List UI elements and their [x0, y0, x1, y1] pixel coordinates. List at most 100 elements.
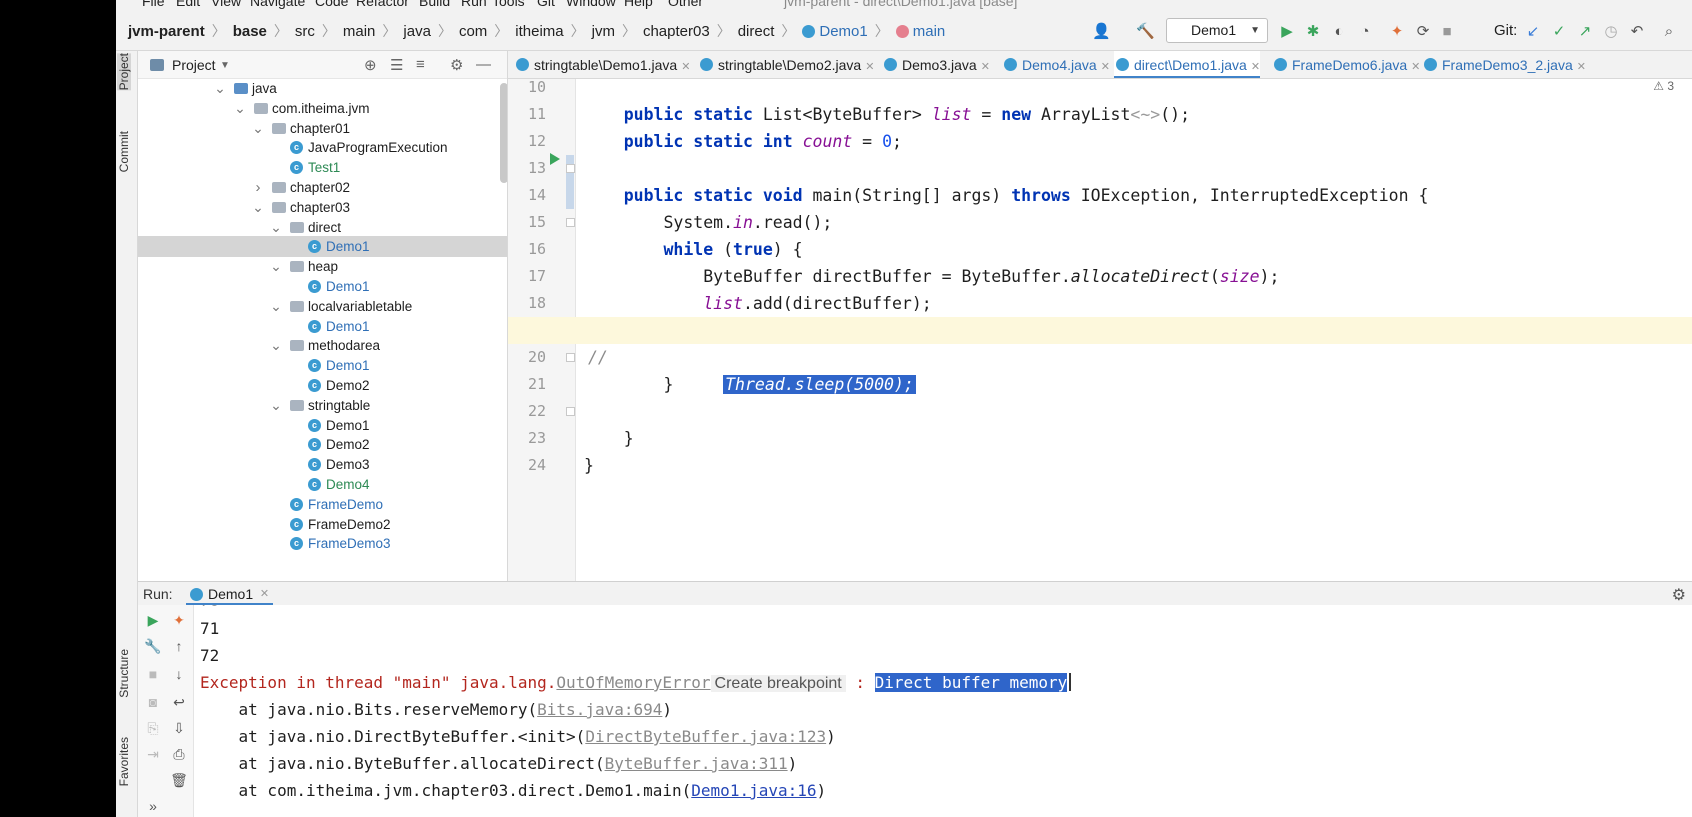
breadcrumb-main[interactable]: main [343, 23, 376, 40]
close-icon[interactable]: ✕ [681, 61, 690, 73]
user-icon[interactable]: 👤 [1092, 23, 1111, 41]
console-output[interactable]: 70 71 72 Exception in thread "main" java… [194, 605, 1692, 817]
breadcrumb-chapter03[interactable]: chapter03 [643, 23, 710, 40]
chevron-down-icon[interactable]: ▼ [220, 60, 230, 71]
menu-refactor[interactable]: Refactor [356, 0, 409, 9]
tree-item[interactable]: c FrameDemo [138, 494, 507, 515]
up-arrow-icon[interactable]: ↑ [170, 637, 188, 655]
breadcrumb-java[interactable]: java [403, 23, 431, 40]
commit-tool-button[interactable]: Commit [117, 131, 131, 172]
editor-tab[interactable]: FrameDemo6.java ✕ [1272, 51, 1420, 78]
chevron-down-icon[interactable]: ⌄ [270, 217, 282, 238]
gear-icon[interactable]: ⚙ [1672, 585, 1686, 605]
profile-icon[interactable]: ◔ [1356, 23, 1374, 41]
breadcrumb-jvm[interactable]: jvm [592, 23, 615, 40]
gear-icon[interactable]: ⚙ [450, 56, 463, 74]
tree-item[interactable]: c Demo1 [138, 355, 507, 376]
git-commit-icon[interactable]: ✓ [1550, 23, 1568, 41]
chevron-down-icon[interactable]: ⌄ [270, 296, 282, 317]
collapse-all-icon[interactable]: ≡ [416, 56, 425, 73]
exit-icon[interactable]: ⇥ [144, 745, 162, 763]
hide-icon[interactable]: — [476, 56, 491, 73]
project-panel-title[interactable]: Project [172, 57, 216, 73]
rollback-icon[interactable]: ↶ [1628, 23, 1646, 41]
breadcrumb-module[interactable]: base [233, 23, 267, 40]
search-icon[interactable]: ⌕ [1660, 23, 1678, 41]
tree-item[interactable]: c Test1 [138, 157, 507, 178]
run-tab-demo1[interactable]: Demo1 ✕ [186, 582, 274, 606]
close-icon[interactable]: ✕ [1411, 61, 1420, 73]
menu-git[interactable]: Git [537, 0, 555, 9]
chevron-right-icon[interactable]: › [252, 177, 264, 198]
tree-item[interactable]: › chapter02 [138, 177, 507, 198]
editor-tab[interactable]: stringtable\Demo2.java ✕ [698, 51, 874, 78]
history-icon[interactable]: ◷ [1602, 23, 1620, 41]
project-scrollbar[interactable] [500, 83, 507, 183]
tree-item[interactable]: ⌄ methodarea [138, 335, 507, 356]
source-link[interactable]: DirectByteBuffer.java:123 [585, 727, 826, 746]
debug-rerun-icon[interactable]: ✦ [170, 611, 188, 629]
run-gutter-icon[interactable] [550, 153, 560, 165]
tree-item[interactable]: ⌄ heap [138, 256, 507, 277]
down-arrow-icon[interactable]: ↓ [170, 665, 188, 683]
tree-item[interactable]: ⌄ stringtable [138, 395, 507, 416]
trash-icon[interactable]: 🗑 [170, 771, 188, 789]
menu-window[interactable]: Window [566, 0, 616, 9]
breadcrumb-method[interactable]: main [913, 23, 946, 40]
menu-navigate[interactable]: Navigate [250, 0, 305, 9]
tree-item[interactable]: ⌄ java [138, 78, 507, 99]
chevron-down-icon[interactable]: ⌄ [214, 78, 226, 99]
fold-icon[interactable] [566, 353, 575, 362]
close-icon[interactable]: ✕ [981, 61, 990, 73]
breadcrumb-com[interactable]: com [459, 23, 487, 40]
menu-view[interactable]: View [211, 0, 241, 9]
breadcrumb-itheima[interactable]: itheima [515, 23, 563, 40]
menu-tools[interactable]: Tools [492, 0, 525, 9]
git-push-icon[interactable]: ↗ [1576, 23, 1594, 41]
update-icon[interactable]: ⟳ [1414, 23, 1432, 41]
menu-edit[interactable]: Edit [176, 0, 200, 9]
fold-icon[interactable] [566, 407, 575, 416]
coverage-icon[interactable]: ◐ [1330, 23, 1348, 41]
close-icon[interactable]: ✕ [260, 582, 269, 606]
tree-item[interactable]: c Demo4 [138, 474, 507, 495]
tree-item[interactable]: ⌄ localvariabletable [138, 296, 507, 317]
tree-item[interactable]: c Demo1 [138, 316, 507, 337]
menu-code[interactable]: Code [315, 0, 348, 9]
print-icon[interactable]: ⎙ [170, 745, 188, 763]
fold-icon[interactable] [566, 218, 575, 227]
menu-run[interactable]: Run [461, 0, 487, 9]
tree-item[interactable]: c FrameDemo2 [138, 514, 507, 535]
breadcrumb-src[interactable]: src [295, 23, 315, 40]
restore-icon[interactable]: ⎘ [144, 719, 162, 737]
tree-item[interactable]: c Demo1 [138, 276, 507, 297]
tree-item[interactable]: c Demo1 [138, 415, 507, 436]
menu-build[interactable]: Build [419, 0, 450, 9]
source-link[interactable]: Demo1.java:16 [691, 781, 816, 800]
scroll-to-end-icon[interactable]: ⇩ [170, 719, 188, 737]
editor-tab[interactable]: FrameDemo3_2.java ✕ [1422, 51, 1586, 78]
close-icon[interactable]: ✕ [1251, 61, 1260, 73]
stop-icon[interactable]: ■ [144, 665, 162, 683]
chevron-down-icon[interactable]: ⌄ [270, 335, 282, 356]
locate-icon[interactable]: ⊕ [364, 56, 377, 74]
code-editor[interactable]: 101112131415161718192021222324 ⚠ 3 publi… [508, 79, 1692, 581]
breadcrumb-project[interactable]: jvm-parent [128, 23, 205, 40]
structure-tool-button[interactable]: Structure [117, 649, 131, 698]
tree-item[interactable]: c Demo1 [138, 236, 507, 258]
tree-item[interactable]: ⌄ chapter03 [138, 197, 507, 218]
rerun-icon[interactable]: ▶ [144, 611, 162, 629]
tree-item[interactable]: c Demo3 [138, 454, 507, 475]
tree-item[interactable]: ⌄ chapter01 [138, 118, 507, 139]
breadcrumb-class[interactable]: Demo1 [819, 23, 867, 40]
editor-tab[interactable]: Demo3.java ✕ [882, 51, 990, 78]
chevron-down-icon[interactable]: ⌄ [270, 256, 282, 277]
tree-item[interactable]: ⌄ com.itheima.jvm [138, 98, 507, 119]
tree-item[interactable]: ⌄ direct [138, 217, 507, 238]
exception-class-link[interactable]: OutOfMemoryError [556, 673, 710, 692]
breadcrumb-direct[interactable]: direct [738, 23, 775, 40]
chevron-down-icon[interactable]: ⌄ [234, 98, 246, 119]
run-configuration-select[interactable]: Demo1 ▼ [1166, 18, 1268, 43]
git-update-icon[interactable]: ↙ [1524, 23, 1542, 41]
editor-tab[interactable]: Demo4.java ✕ [1002, 51, 1110, 78]
